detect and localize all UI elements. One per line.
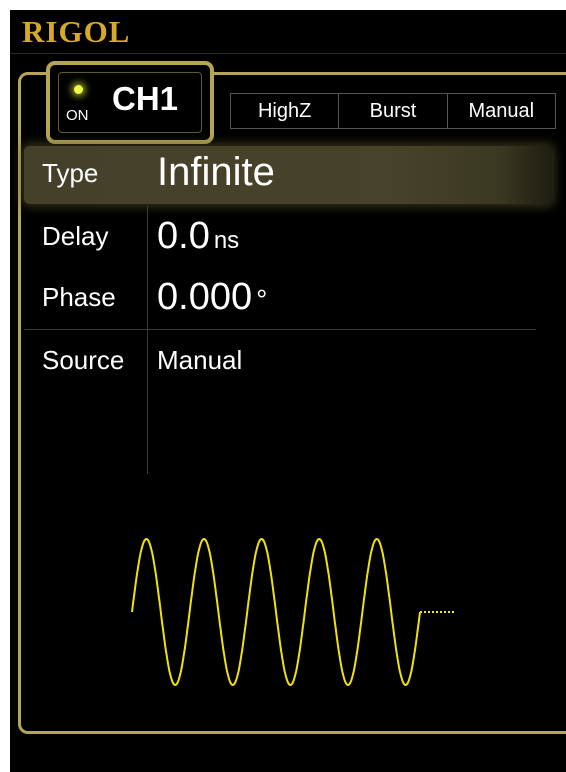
burst-waveform: [131, 537, 454, 687]
sine-burst-trace: [131, 537, 421, 687]
generator-screen: RIGOL ON CH1 HighZ Burst Manual Type Inf…: [10, 10, 566, 772]
